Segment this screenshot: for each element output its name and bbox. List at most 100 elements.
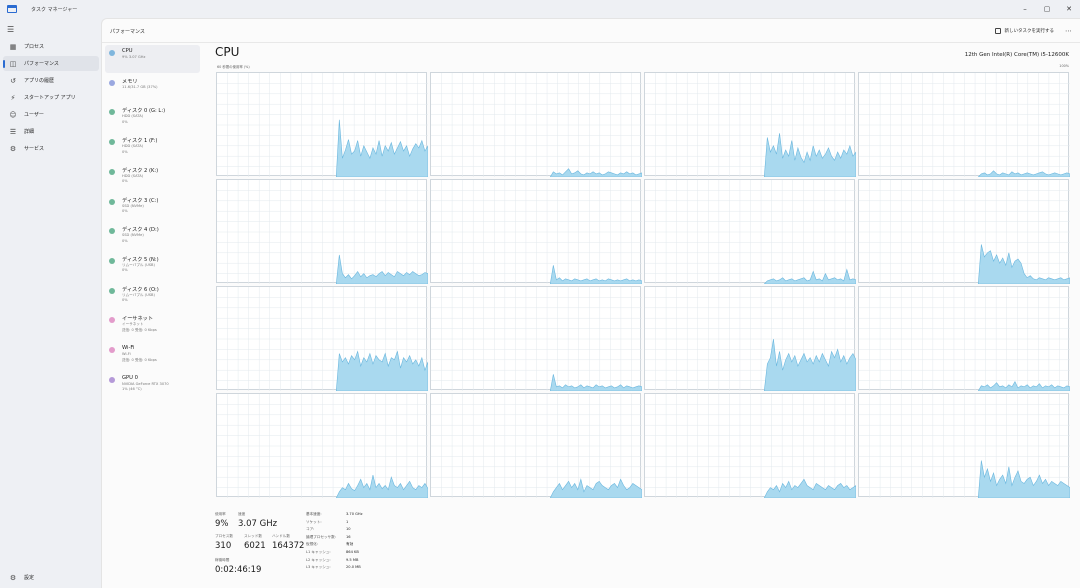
device-graph-thumbnail	[109, 347, 115, 353]
spec-label: 基本速度:	[306, 512, 322, 516]
sidebar-item-performance[interactable]: ◫ パフォーマンス	[3, 56, 99, 71]
window-controls: – ▢ ✕	[1014, 0, 1080, 18]
users-icon: ☺	[9, 110, 17, 119]
core-usage-area	[335, 119, 428, 177]
device-detail: Wi-Fi	[122, 352, 131, 356]
sidebar-item-label: ユーザー	[24, 112, 44, 118]
core-graphs-grid	[216, 72, 1070, 500]
device-detail: 0%	[122, 119, 128, 124]
core-graph	[216, 286, 428, 391]
spec-value: 20.0 MB	[346, 565, 361, 570]
spec-value: 3.70 GHz	[346, 512, 363, 516]
spec-label: 論理プロセッサ数:	[306, 534, 336, 539]
gear-icon: ⚙	[9, 573, 17, 582]
run-new-task-label: 新しいタスクを実行する	[1004, 29, 1055, 34]
core-graph	[858, 393, 1070, 498]
device-graph-thumbnail	[109, 287, 115, 294]
core-graph	[216, 393, 428, 498]
sidebar-item-startup[interactable]: ⚡ スタートアップ アプリ	[3, 90, 99, 105]
core-usage-area	[549, 374, 642, 391]
device-detail: 0%	[122, 238, 128, 243]
core-graph	[430, 286, 642, 391]
performance-icon: ◫	[9, 59, 17, 68]
device-detail: 送信: 0 受信: 0 Kbps	[122, 357, 157, 362]
device-detail: 11.6/31.7 GB (37%)	[122, 84, 158, 89]
device-item[interactable]: ディスク 1 (F:) HDD (SATA) 0%	[105, 134, 200, 162]
sidebar-item-label: パフォーマンス	[24, 61, 59, 67]
device-item[interactable]: ディスク 4 (D:) SSD (NVMe) 0%	[105, 223, 200, 251]
device-graph-thumbnail	[109, 109, 115, 116]
sidebar-item-grid[interactable]: ▦ プロセス	[3, 39, 99, 54]
sidebar-item-details[interactable]: ☰ 詳細	[3, 124, 99, 139]
sidebar-item-label: 詳細	[24, 129, 35, 135]
sidebar-item-settings[interactable]: ⚙ 設定	[3, 570, 99, 585]
uptime-label: 稼働時間	[215, 558, 230, 562]
device-graph-thumbnail	[109, 228, 115, 235]
core-graph	[644, 393, 856, 498]
device-item[interactable]: Wi-Fi Wi-Fi 送信: 0 受信: 0 Kbps	[105, 342, 200, 370]
sidebar-item-label: サービス	[24, 146, 45, 152]
core-graph	[430, 72, 642, 177]
core-graph	[216, 72, 428, 177]
minimize-button[interactable]: –	[1014, 0, 1036, 18]
core-graph	[858, 179, 1070, 284]
spec-label: 仮想化:	[306, 542, 318, 547]
device-item[interactable]: ディスク 0 (G: L:) HDD (SATA) 0%	[105, 104, 200, 132]
device-detail: 0%	[122, 209, 128, 213]
device-graph-thumbnail	[109, 79, 115, 86]
core-usage-area	[763, 478, 856, 498]
header-bar: パフォーマンス 新しいタスクを実行する ⋯	[102, 19, 1080, 43]
device-item[interactable]: メモリ 11.6/31.7 GB (37%)	[105, 75, 200, 103]
device-detail: 0%	[122, 298, 128, 303]
more-options-icon[interactable]: ⋯	[1065, 27, 1072, 35]
page-title: パフォーマンス	[110, 29, 145, 35]
device-item[interactable]: ディスク 6 (O:) リムーバブル (USB) 0%	[105, 283, 200, 311]
device-item[interactable]: CPU 9% 3.07 GHz	[105, 45, 200, 73]
device-item[interactable]: ディスク 5 (N:) リムーバブル (USB) 0%	[105, 253, 200, 281]
spec-label: ソケット:	[306, 519, 322, 524]
history-icon: ↺	[10, 76, 16, 85]
details-icon: ☰	[9, 127, 17, 136]
device-detail: リムーバブル (USB)	[122, 292, 155, 297]
device-item[interactable]: ディスク 3 (C:) SSD (NVMe) 0%	[105, 194, 200, 222]
device-graph-thumbnail	[109, 168, 115, 175]
core-usage-area	[335, 350, 428, 391]
spec-value: 有効	[346, 542, 354, 547]
spec-value: 864 KB	[346, 550, 359, 554]
spec-label: L3 キャッシュ:	[306, 565, 331, 570]
core-usage-area	[549, 478, 642, 498]
sidebar-item-services[interactable]: ⚙ サービス	[3, 141, 99, 156]
device-list: CPU 9% 3.07 GHz メモリ 11.6/31.7 GB (37%) ディスク …	[102, 44, 203, 588]
sidebar-item-label: プロセス	[24, 44, 45, 50]
utilization-value: 9%	[215, 519, 229, 529]
device-item[interactable]: イーサネット イーサネット 送信: 0 受信: 0 Kbps	[105, 312, 200, 340]
device-item[interactable]: ディスク 2 (K:) HDD (SATA) 0%	[105, 164, 200, 192]
maximize-button[interactable]: ▢	[1036, 0, 1058, 18]
sidebar-item-history[interactable]: ↺ アプリの履歴	[3, 73, 99, 88]
sidebar-item-label: 設定	[24, 575, 35, 581]
sidebar-item-users[interactable]: ☺ ユーザー	[3, 107, 99, 122]
hamburger-menu-icon[interactable]: ☰	[7, 25, 14, 34]
core-graph	[644, 286, 856, 391]
utilization-max-label: 100%	[1059, 64, 1069, 68]
core-usage-area	[977, 460, 1070, 498]
core-graph	[430, 179, 642, 284]
run-new-task-button[interactable]: 新しいタスクを実行する	[994, 25, 1055, 37]
processes-value: 310	[215, 541, 232, 551]
spec-value: 10	[346, 527, 351, 532]
core-usage-area	[763, 133, 856, 177]
device-detail: 9% 3.07 GHz	[122, 55, 146, 59]
core-graph	[216, 179, 428, 284]
uptime-value: 0:02:46:19	[215, 565, 262, 575]
device-name: ディスク 2 (K:)	[122, 167, 159, 174]
sidebar-nav: ☰ ▦ プロセス ◫ パフォーマンス ↺ アプリの履歴 ⚡ スタートアップ アプリ ☺ ユーザー ☰…	[0, 18, 101, 588]
core-graph	[858, 72, 1070, 177]
device-detail: 0%	[122, 268, 128, 273]
device-detail: 0%	[122, 179, 128, 184]
core-graph	[644, 72, 856, 177]
close-button[interactable]: ✕	[1058, 0, 1080, 18]
core-usage-area	[549, 265, 642, 284]
main-panel: パフォーマンス 新しいタスクを実行する ⋯ CPU 9% 3.07 GHz メモリ 1…	[101, 18, 1080, 588]
device-item[interactable]: GPU 0 NVIDIA GeForce RTX 3070 1% (46 °C)	[105, 372, 200, 400]
spec-value: 16	[346, 534, 351, 539]
